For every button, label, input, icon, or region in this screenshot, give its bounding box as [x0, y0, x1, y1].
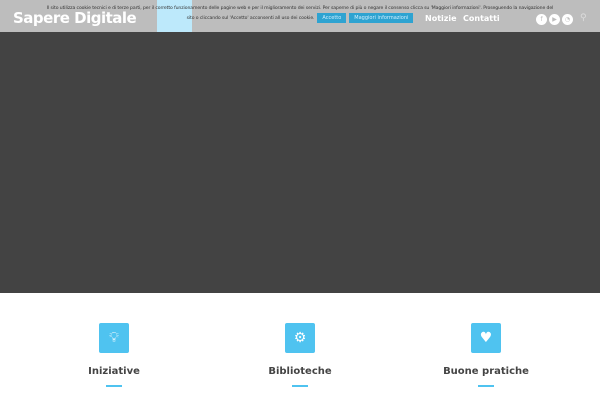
cookie-banner: Il sito utilizza cookie tecnici e di ter…	[0, 5, 600, 24]
hero-section	[0, 32, 600, 293]
cookie-text-line2: sito o cliccando sul 'Accetto' acconsent…	[186, 16, 315, 21]
divider	[106, 385, 122, 387]
divider	[478, 385, 494, 387]
feature-iniziative[interactable]: 💡︎ Iniziative	[14, 323, 214, 387]
lightbulb-icon: 💡︎	[99, 323, 129, 353]
accept-cookie-button[interactable]: Accetto	[317, 13, 347, 23]
more-info-button[interactable]: Maggiori informazioni	[349, 13, 414, 23]
feature-title[interactable]: Iniziative	[14, 366, 214, 377]
feature-title[interactable]: Biblioteche	[200, 366, 400, 377]
feature-title[interactable]: Buone pratiche	[386, 366, 586, 377]
feature-biblioteche[interactable]: ⚙ Biblioteche	[200, 323, 400, 387]
cookie-text-line1: Il sito utilizza cookie tecnici e di ter…	[46, 6, 554, 11]
site-header: Sapere Digitale Notizie Contatti f ▶ ◔ ⚲…	[0, 0, 600, 39]
plant-icon: ♥	[471, 323, 501, 353]
feature-buone-pratiche[interactable]: ♥ Buone pratiche	[386, 323, 586, 387]
divider	[292, 385, 308, 387]
gears-icon: ⚙	[285, 323, 315, 353]
